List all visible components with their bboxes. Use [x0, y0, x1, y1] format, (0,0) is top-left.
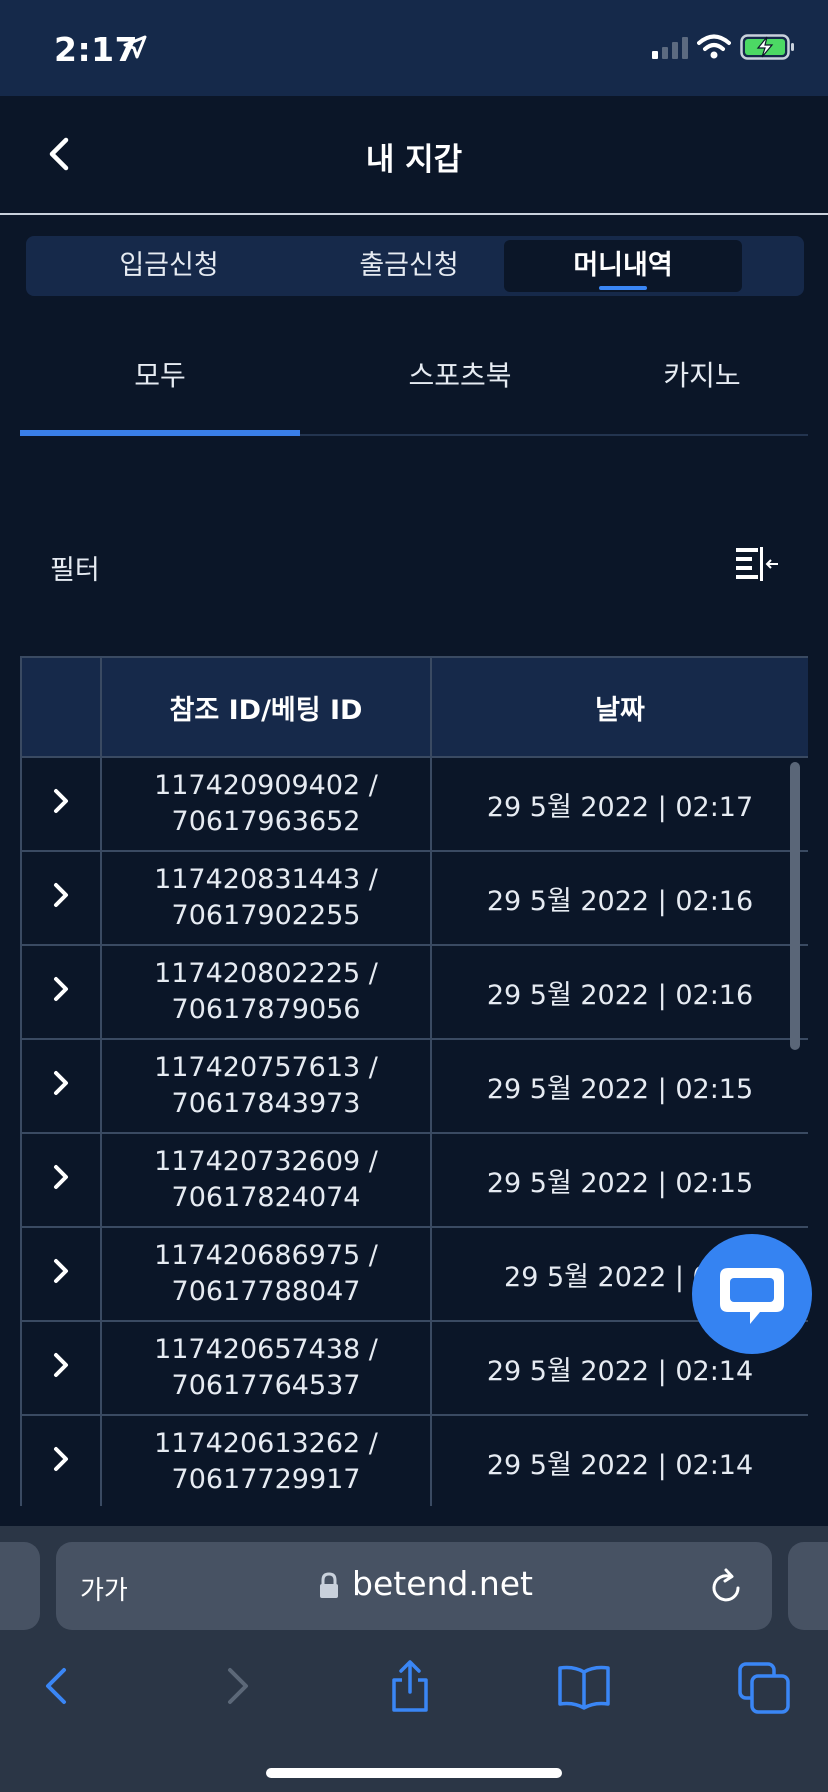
tab-sportsbook[interactable]: 스포츠북: [320, 336, 600, 434]
row-ref-id: 117420831443 / 70617902255: [100, 850, 432, 946]
row-ref-id: 117420732609 / 70617824074: [100, 1132, 432, 1228]
row-expand-button[interactable]: [20, 1038, 102, 1134]
ref-bet-id-text: 117420831443 / 70617902255: [154, 864, 378, 931]
table-row[interactable]: 117420757613 / 70617843973 29 5월 2022 | 0…: [20, 1038, 808, 1134]
ref-bet-id-text: 117420732609 / 70617824074: [154, 1146, 378, 1213]
reload-icon[interactable]: [708, 1566, 744, 1606]
column-header-expand: [20, 656, 102, 758]
row-ref-id: 117420802225 / 70617879056: [100, 944, 432, 1040]
row-date: 29 5월 2022 | 02:14: [430, 1414, 808, 1506]
row-date: 29 5월 2022 | 02:16: [430, 944, 808, 1040]
filter-label: 필터: [50, 555, 100, 586]
ref-bet-id-text: 117420802225 / 70617879056: [154, 958, 378, 1025]
column-header-ref-id: 참조 ID/베팅 ID: [100, 656, 432, 758]
table-header-row: 참조 ID/베팅 ID 날짜: [20, 656, 808, 758]
ref-bet-id-text: 117420686975 / 70617788047: [154, 1240, 378, 1307]
row-date: 29 5월 2022 | 02:17: [430, 756, 808, 852]
bookmarks-icon[interactable]: [554, 1656, 614, 1716]
row-expand-button[interactable]: [20, 850, 102, 946]
filter-collapse-icon[interactable]: [734, 545, 780, 585]
row-date: 29 5월 2022 | 02:15: [430, 1038, 808, 1134]
row-expand-button[interactable]: [20, 1132, 102, 1228]
page-title: 내 지갑: [365, 142, 463, 178]
segment-withdraw[interactable]: 출금신청: [290, 240, 528, 292]
chat-icon: [720, 1268, 784, 1324]
column-header-date: 날짜: [430, 656, 808, 758]
table-row[interactable]: 117420831443 / 70617902255 29 5월 2022 | 0…: [20, 850, 808, 946]
chevron-right-icon: [54, 1446, 68, 1471]
chevron-right-icon: [54, 1352, 68, 1377]
row-expand-button[interactable]: [20, 1414, 102, 1506]
row-ref-id: 117420909402 / 70617963652: [100, 756, 432, 852]
row-date: 29 5월 2022 | 02:16: [430, 850, 808, 946]
segment-deposit[interactable]: 입금신청: [50, 240, 288, 292]
row-ref-id: 117420657438 / 70617764537: [100, 1320, 432, 1416]
tab-casino[interactable]: 카지노: [596, 336, 808, 434]
home-indicator: [266, 1768, 562, 1778]
battery-charging-icon: [740, 34, 794, 60]
segment-money-history-label: 머니내역: [573, 250, 673, 281]
row-ref-id: 117420613262 / 70617729917: [100, 1414, 432, 1506]
row-ref-id: 117420686975 / 70617788047: [100, 1226, 432, 1322]
row-expand-button[interactable]: [20, 1226, 102, 1322]
browser-forward-icon[interactable]: [206, 1656, 266, 1716]
row-expand-button[interactable]: [20, 1320, 102, 1416]
signal-icon: [652, 37, 688, 59]
share-icon[interactable]: [380, 1656, 440, 1716]
table-row[interactable]: 117420802225 / 70617879056 29 5월 2022 | 0…: [20, 944, 808, 1040]
wifi-icon: [697, 34, 731, 59]
table-row[interactable]: 117420732609 / 70617824074 29 5월 2022 | 0…: [20, 1132, 808, 1228]
text-size-button[interactable]: 가가: [80, 1570, 128, 1607]
table-row[interactable]: 117420686975 / 70617788047 29 5월 2022 | 0…: [20, 1226, 808, 1322]
ref-bet-id-text: 117420757613 / 70617843973: [154, 1052, 378, 1119]
category-tabs: 모두 스포츠북 카지노: [20, 336, 808, 436]
segment-money-history[interactable]: 머니내역: [504, 240, 742, 292]
chevron-right-icon: [54, 976, 68, 1001]
row-date: 29 5월 2022 | 02:15: [430, 1132, 808, 1228]
tab-all[interactable]: 모두: [20, 336, 300, 436]
previous-tab-preview[interactable]: [0, 1542, 40, 1630]
wallet-segmented-control: 입금신청 출금신청 머니내역: [26, 236, 804, 296]
chevron-right-icon: [54, 882, 68, 907]
ref-bet-id-text: 117420909402 / 70617963652: [154, 770, 378, 837]
chat-button[interactable]: [692, 1234, 812, 1354]
table-row[interactable]: 117420613262 / 70617729917 29 5월 2022 | 0…: [20, 1414, 808, 1506]
row-ref-id: 117420757613 / 70617843973: [100, 1038, 432, 1134]
ref-bet-id-text: 117420657438 / 70617764537: [154, 1334, 378, 1401]
table-row[interactable]: 117420909402 / 70617963652 29 5월 2022 | 0…: [20, 756, 808, 852]
active-segment-indicator: [599, 286, 647, 290]
status-bar: 2:17: [0, 0, 828, 96]
chevron-right-icon: [54, 1070, 68, 1095]
chevron-right-icon: [54, 1258, 68, 1283]
ref-bet-id-text: 117420613262 / 70617729917: [154, 1428, 378, 1495]
lock-icon: [320, 1572, 338, 1598]
row-expand-button[interactable]: [20, 944, 102, 1040]
browser-back-icon[interactable]: [28, 1656, 88, 1716]
tabs-icon[interactable]: [734, 1656, 794, 1716]
address-bar[interactable]: 가가 betend.net: [56, 1542, 772, 1630]
chevron-right-icon: [54, 788, 68, 813]
chevron-right-icon: [54, 1164, 68, 1189]
row-expand-button[interactable]: [20, 756, 102, 852]
table-scrollbar[interactable]: [790, 762, 800, 1050]
next-tab-preview[interactable]: [788, 1542, 828, 1630]
header: 내 지갑: [0, 96, 828, 215]
url-text: betend.net: [352, 1564, 534, 1603]
browser-toolbar: 가가 betend.net: [0, 1526, 828, 1792]
table-row[interactable]: 117420657438 / 70617764537 29 5월 2022 | 0…: [20, 1320, 808, 1416]
location-arrow-icon: [123, 35, 147, 59]
transactions-table: 참조 ID/베팅 ID 날짜 117420909402 / 7061796365…: [20, 656, 808, 1506]
